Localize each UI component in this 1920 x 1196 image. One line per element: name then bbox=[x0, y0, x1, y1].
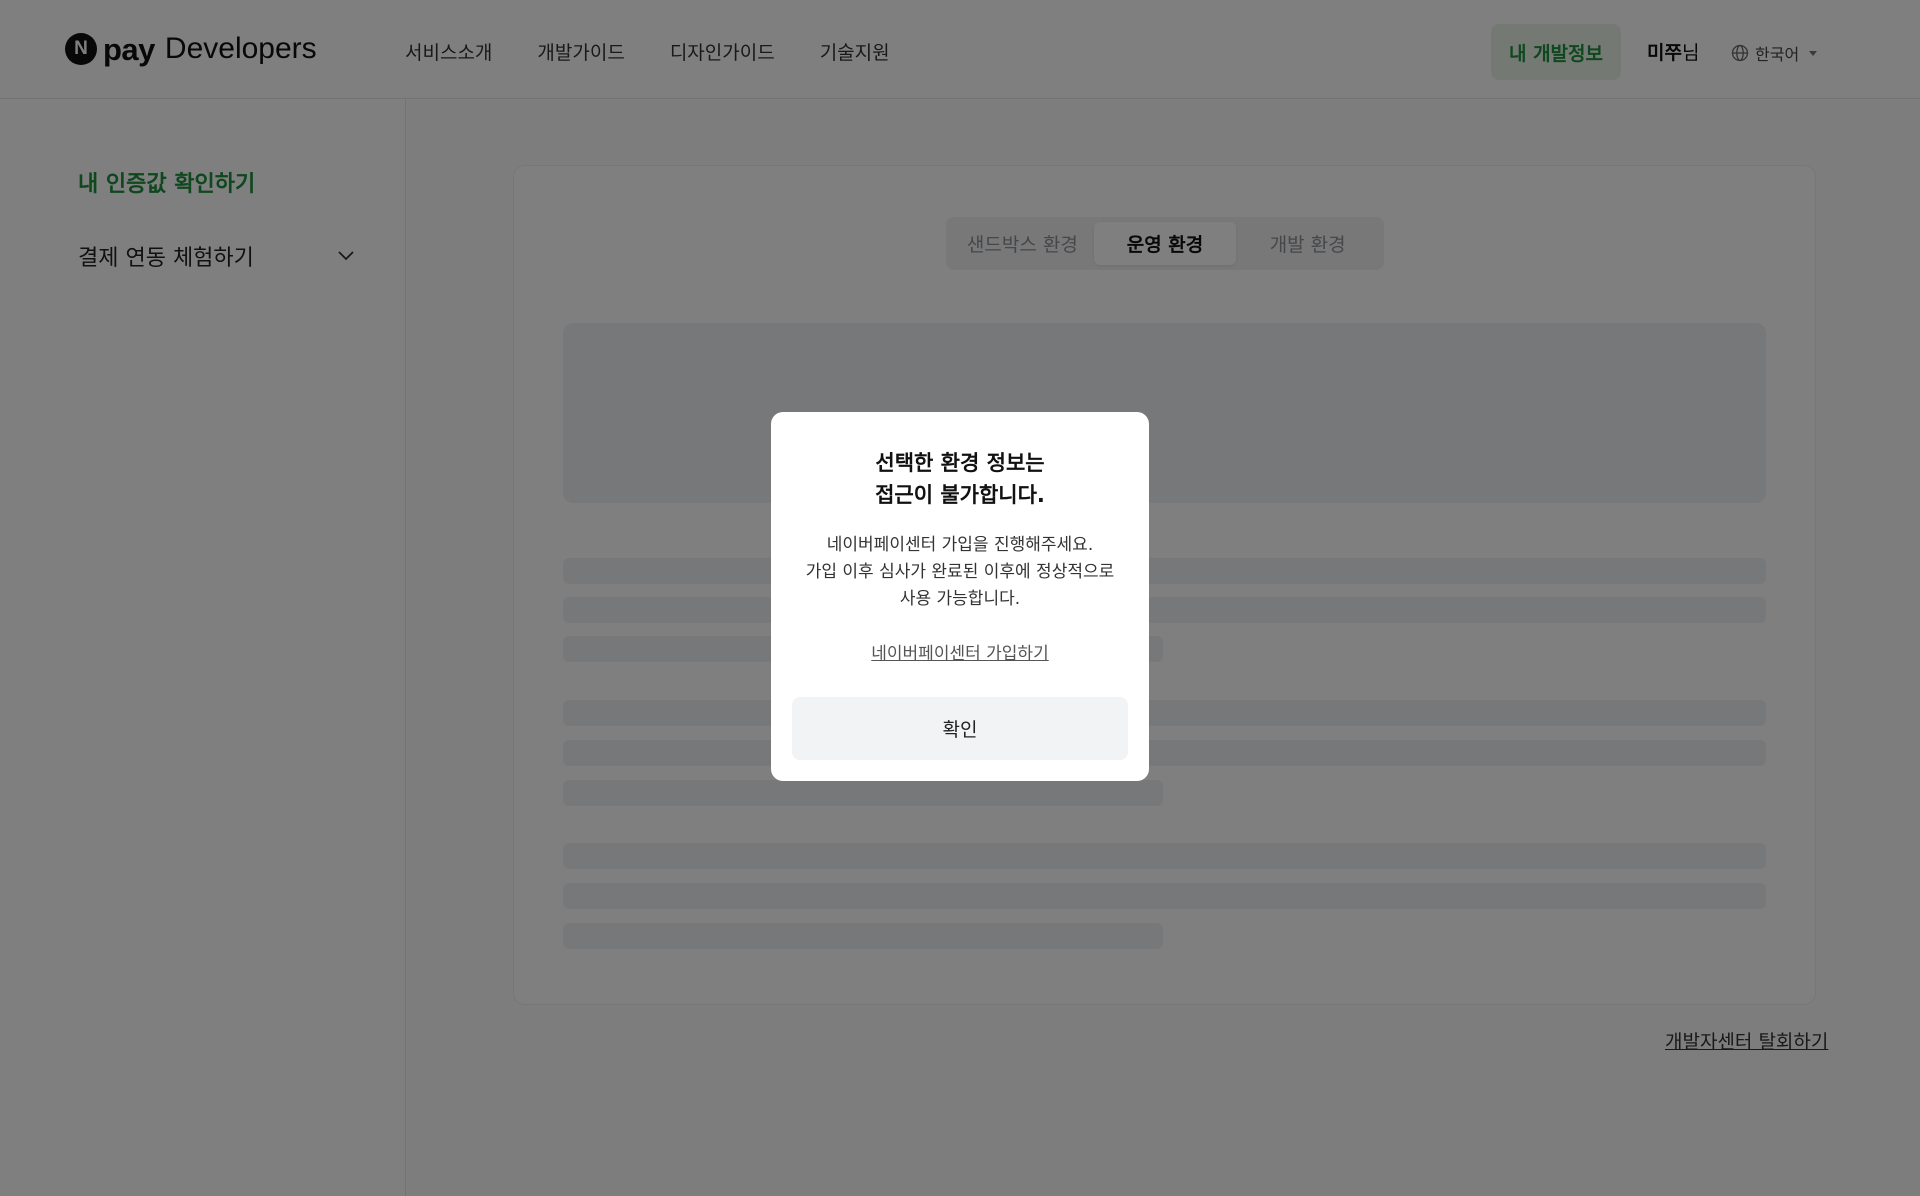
confirm-button[interactable]: 확인 bbox=[792, 697, 1128, 760]
npay-center-signup-link[interactable]: 네이버페이센터 가입하기 bbox=[771, 639, 1149, 664]
access-denied-modal: 선택한 환경 정보는 접근이 불가합니다. 네이버페이센터 가입을 진행해주세요… bbox=[771, 412, 1149, 781]
modal-message-line: 네이버페이센터 가입을 진행해주세요. bbox=[826, 535, 1094, 555]
modal-title-line: 접근이 불가합니다. bbox=[875, 483, 1045, 507]
modal-message-line: 사용 가능합니다. bbox=[899, 589, 1021, 609]
modal-message-line: 가입 이후 심사가 완료된 이후에 정상적으로 bbox=[805, 562, 1115, 582]
modal-message: 네이버페이센터 가입을 진행해주세요. 가입 이후 심사가 완료된 이후에 정상… bbox=[771, 532, 1149, 613]
modal-title-line: 선택한 환경 정보는 bbox=[875, 451, 1045, 475]
modal-title: 선택한 환경 정보는 접근이 불가합니다. bbox=[771, 447, 1149, 511]
